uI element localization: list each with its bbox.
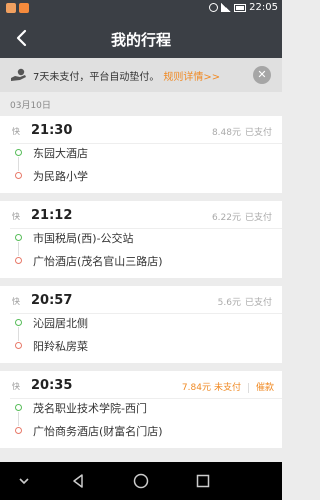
divider [10, 398, 282, 399]
remind-payment-button[interactable]: 催款 [256, 383, 274, 393]
home-circle-icon[interactable] [133, 473, 149, 489]
status-bar: 22:05 [0, 0, 282, 18]
battery-icon [234, 3, 247, 12]
system-navigation-bar [0, 462, 282, 500]
close-notice-button[interactable]: ✕ [253, 66, 271, 84]
trip-origin: 东园大酒店 [33, 147, 88, 160]
route-line [18, 327, 19, 341]
trip-price: 7.84元 [181, 383, 211, 393]
app-notification-icon [19, 3, 29, 13]
trip-card[interactable]: 快 21:12 6.22元 已支付 市国税局(西)-公交站 广怡酒店(茂名官山三路… [0, 201, 282, 278]
trip-type-label: 快 [12, 127, 20, 136]
alarm-icon [209, 3, 219, 12]
divider [10, 313, 282, 314]
route-line [18, 157, 19, 171]
trip-time: 21:30 [31, 123, 73, 138]
date-label: 03月10日 [10, 101, 51, 111]
trip-destination: 为民路小学 [33, 170, 88, 183]
trip-price: 6.22元 [211, 213, 241, 223]
start-dot-icon [15, 234, 22, 241]
route-line [18, 242, 19, 256]
divider [10, 143, 282, 144]
signal-icon [221, 3, 232, 12]
trip-price: 8.48元 [211, 128, 241, 138]
trip-price-status: 5.6元 已支付 [218, 295, 272, 308]
rules-detail-link[interactable]: 规则详情>> [163, 72, 220, 83]
trip-price-status: 8.48元 已支付 [212, 125, 272, 138]
header: 我的行程 [0, 18, 282, 58]
trip-destination: 广怡酒店(茂名官山三路店) [33, 255, 163, 268]
start-dot-icon [15, 404, 22, 411]
trip-type-label: 快 [12, 297, 20, 306]
notice-text: 7天未支付，平台自动垫付。 规则详情>> [33, 68, 220, 83]
close-icon: ✕ [257, 68, 267, 81]
trip-price-status: 6.22元 已支付 [212, 210, 272, 223]
app-notification-icon [6, 3, 16, 13]
start-dot-icon [15, 149, 22, 156]
payment-notice: 7天未支付，平台自动垫付。 规则详情>> ✕ [0, 58, 282, 92]
trip-type-label: 快 [12, 212, 20, 221]
route-line [18, 412, 19, 426]
trip-time: 20:57 [31, 293, 73, 308]
end-dot-icon [15, 342, 22, 349]
trip-origin: 茂名职业技术学院-西门 [33, 402, 147, 415]
start-dot-icon [15, 319, 22, 326]
back-triangle-icon[interactable] [70, 473, 86, 489]
trip-type-label: 快 [12, 382, 20, 391]
end-dot-icon [15, 427, 22, 434]
trip-time: 21:12 [31, 208, 73, 223]
trip-price: 5.6元 [217, 298, 241, 308]
system-status: 22:05 [209, 2, 278, 13]
notification-icons [6, 3, 29, 13]
trip-card[interactable]: 快 21:30 8.48元 已支付 东园大酒店 为民路小学 [0, 116, 282, 193]
end-dot-icon [15, 257, 22, 264]
chevron-down-icon[interactable] [16, 473, 32, 489]
trip-destination: 阳羚私房菜 [33, 340, 88, 353]
trip-destination: 广怡商务酒店(财富名门店) [33, 425, 163, 438]
divider [10, 228, 282, 229]
trip-price-status: 7.84元 未支付 催款 [182, 380, 274, 393]
status-time: 22:05 [249, 2, 278, 13]
trip-time: 20:35 [31, 378, 73, 393]
trip-origin: 沁园居北侧 [33, 317, 88, 330]
trip-status: 已支付 [244, 128, 272, 138]
divider [247, 382, 249, 393]
trip-status: 已支付 [244, 298, 272, 308]
trip-card[interactable]: 快 20:35 7.84元 未支付 催款 茂名职业技术学院-西门 广怡商务酒店(财富… [0, 371, 282, 448]
trip-status: 已支付 [244, 213, 272, 223]
end-dot-icon [15, 172, 22, 179]
notice-message: 7天未支付，平台自动垫付。 [33, 72, 160, 83]
trip-status: 未支付 [213, 383, 241, 393]
recents-square-icon[interactable] [195, 473, 211, 489]
trip-origin: 市国税局(西)-公交站 [33, 232, 134, 245]
trip-card[interactable]: 快 20:57 5.6元 已支付 沁园居北侧 阳羚私房菜 [0, 286, 282, 363]
page-title: 我的行程 [110, 31, 171, 49]
hand-coin-icon [11, 68, 26, 81]
